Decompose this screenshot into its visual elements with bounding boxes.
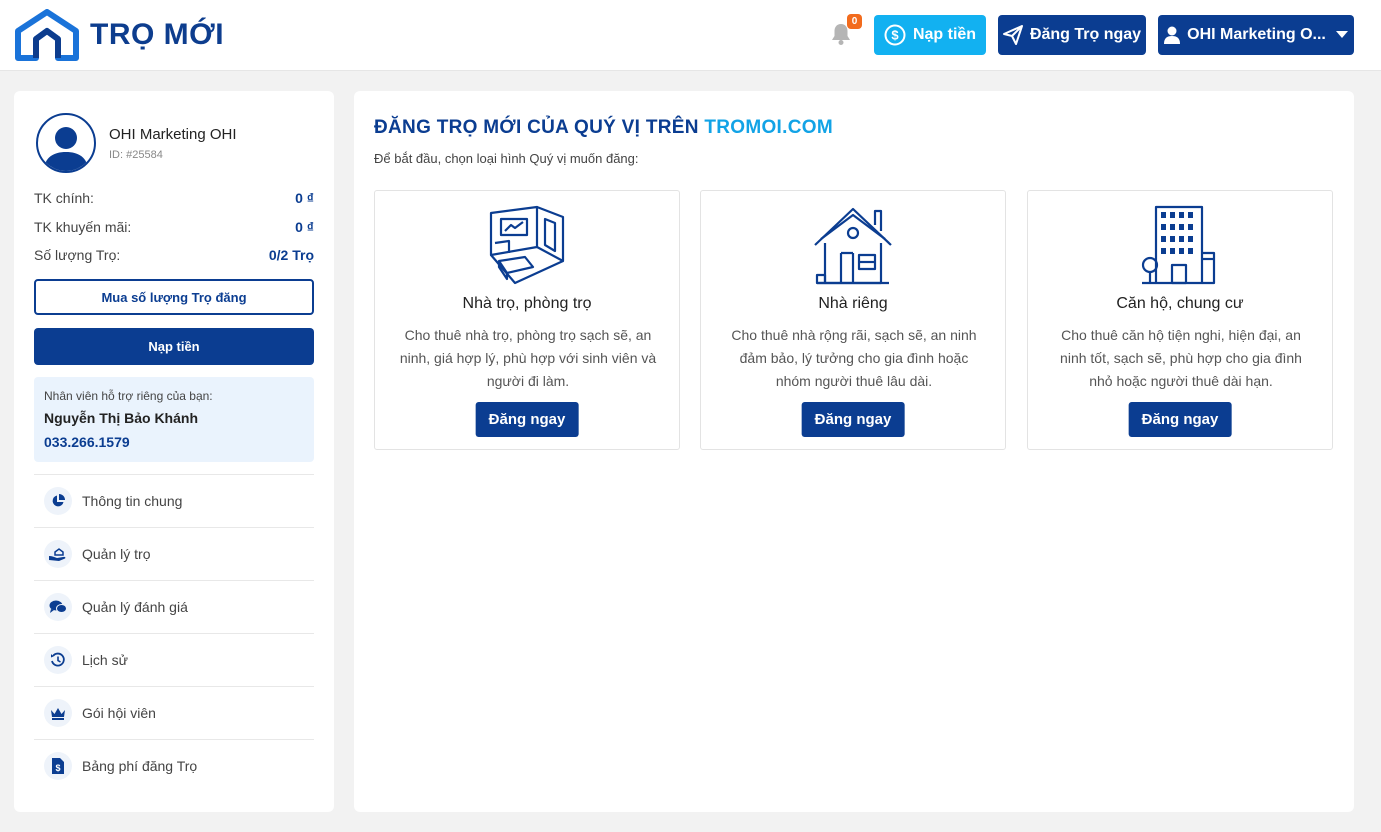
card-description: Cho thuê căn hộ tiện nghi, hiện đại, an … xyxy=(1060,327,1302,389)
sidebar-item-label: Gói hội viên xyxy=(82,705,156,721)
svg-text:$: $ xyxy=(55,763,60,773)
dollar-circle-icon: $ xyxy=(884,24,906,46)
post-now-button[interactable]: Đăng ngay xyxy=(475,402,579,437)
avatar[interactable] xyxy=(36,113,96,173)
stat-label: TK khuyến mãi: xyxy=(34,219,132,235)
profile-name: OHI Marketing OHI xyxy=(109,125,237,143)
header-post-button[interactable]: Đăng Trọ ngay xyxy=(998,15,1146,55)
user-menu-label: OHI Marketing O... xyxy=(1187,26,1326,43)
pie-chart-icon xyxy=(44,487,72,515)
user-icon xyxy=(1164,26,1181,44)
notification-count-badge: 0 xyxy=(847,14,862,29)
support-title: Nhân viên hỗ trợ riêng của bạn: xyxy=(44,389,213,403)
room-interior-icon xyxy=(489,205,565,285)
page-title-text: ĐĂNG TRỌ MỚI CỦA QUÝ VỊ TRÊN xyxy=(374,117,699,138)
listing-type-card-house[interactable]: Nhà riêng Cho thuê nhà rộng rãi, sạch sẽ… xyxy=(700,190,1006,450)
sidebar-item-manage-listings[interactable]: Quản lý trọ xyxy=(34,527,314,580)
user-menu-button[interactable]: OHI Marketing O... xyxy=(1158,15,1354,55)
apartment-building-icon xyxy=(1141,205,1216,285)
sidebar-item-label: Quản lý trọ xyxy=(82,546,151,562)
header-topup-label: Nạp tiền xyxy=(912,26,977,43)
card-description: Cho thuê nhà rộng rãi, sạch sẽ, an ninh … xyxy=(731,327,977,389)
sidebar: OHI Marketing OHI ID: #25584 TK chính: 0… xyxy=(14,91,334,812)
hand-house-icon xyxy=(44,540,72,568)
notification-bell[interactable]: 0 xyxy=(830,14,862,48)
sidebar-menu: Thông tin chung Quản lý trọ Quản lý đánh… xyxy=(34,474,314,792)
card-title: Nhà trọ, phòng trọ xyxy=(462,295,592,312)
page-title: ĐĂNG TRỌ MỚI CỦA QUÝ VỊ TRÊN TROMOI.COM xyxy=(374,117,833,139)
page-title-highlight: TROMOI.COM xyxy=(704,117,833,138)
support-contact-box: Nhân viên hỗ trợ riêng của bạn: Nguyễn T… xyxy=(34,377,314,462)
house-icon xyxy=(814,207,892,285)
sidebar-item-history[interactable]: Lịch sử xyxy=(34,633,314,686)
stat-label: Số lượng Trọ: xyxy=(34,247,121,263)
support-name: Nguyễn Thị Bảo Khánh xyxy=(44,410,198,426)
header-post-label: Đăng Trọ ngay xyxy=(1029,26,1142,43)
stat-promo-account: TK khuyến mãi: 0 ₫ xyxy=(34,219,314,235)
stat-main-account: TK chính: 0 ₫ xyxy=(34,190,314,206)
card-title: Nhà riêng xyxy=(818,295,888,312)
sidebar-item-manage-reviews[interactable]: Quản lý đánh giá xyxy=(34,580,314,633)
main-panel: ĐĂNG TRỌ MỚI CỦA QUÝ VỊ TRÊN TROMOI.COM … xyxy=(354,91,1354,812)
post-now-button[interactable]: Đăng ngay xyxy=(1128,402,1232,437)
stat-listing-count: Số lượng Trọ: 0/2 Trọ xyxy=(34,247,314,263)
paper-plane-icon xyxy=(1002,25,1023,45)
top-header: TRỌ MỚI 0 $ Nạp tiền Đăng Trọ ngay OHI M… xyxy=(0,0,1381,71)
brand-name: TRỌ MỚI xyxy=(90,18,225,51)
user-avatar-icon xyxy=(44,127,88,171)
sidebar-item-general-info[interactable]: Thông tin chung xyxy=(34,474,314,527)
brand-logo[interactable]: TRỌ MỚI xyxy=(14,9,224,61)
header-topup-button[interactable]: $ Nạp tiền xyxy=(874,15,986,55)
sidebar-item-fee-table[interactable]: $ Bảng phí đăng Trọ xyxy=(34,739,314,792)
history-icon xyxy=(44,646,72,674)
listing-type-card-apartment[interactable]: Căn hộ, chung cư Cho thuê căn hộ tiện ng… xyxy=(1027,190,1333,450)
chat-bubbles-icon xyxy=(44,593,72,621)
page-subtitle: Để bắt đầu, chọn loại hình Quý vị muốn đ… xyxy=(374,151,639,166)
card-description: Cho thuê nhà trọ, phòng trọ sạch sẽ, an … xyxy=(399,327,657,389)
stat-value: 0/2 Trọ xyxy=(268,247,314,263)
profile-block: OHI Marketing OHI ID: #25584 xyxy=(36,113,237,173)
sidebar-item-label: Lịch sử xyxy=(82,652,128,668)
fee-document-icon: $ xyxy=(44,752,72,780)
sidebar-item-label: Quản lý đánh giá xyxy=(82,599,188,615)
sidebar-topup-button[interactable]: Nạp tiền xyxy=(34,328,314,365)
sidebar-item-membership[interactable]: Gói hội viên xyxy=(34,686,314,739)
sidebar-item-label: Thông tin chung xyxy=(82,493,183,509)
stat-value: 0 ₫ xyxy=(295,190,314,206)
house-logo-icon xyxy=(15,9,79,61)
support-phone[interactable]: 033.266.1579 xyxy=(44,434,304,450)
listing-type-card-room[interactable]: Nhà trọ, phòng trọ Cho thuê nhà trọ, phò… xyxy=(374,190,680,450)
post-now-button[interactable]: Đăng ngay xyxy=(801,402,905,437)
crown-icon xyxy=(44,699,72,727)
stat-label: TK chính: xyxy=(34,190,94,206)
sidebar-item-label: Bảng phí đăng Trọ xyxy=(82,758,198,774)
caret-down-icon xyxy=(1335,31,1348,39)
buy-listings-button[interactable]: Mua số lượng Trọ đăng xyxy=(34,279,314,315)
profile-id: ID: #25584 xyxy=(109,148,163,161)
card-title: Căn hộ, chung cư xyxy=(1116,295,1244,312)
stat-value: 0 ₫ xyxy=(295,219,314,235)
svg-text:$: $ xyxy=(891,28,899,43)
